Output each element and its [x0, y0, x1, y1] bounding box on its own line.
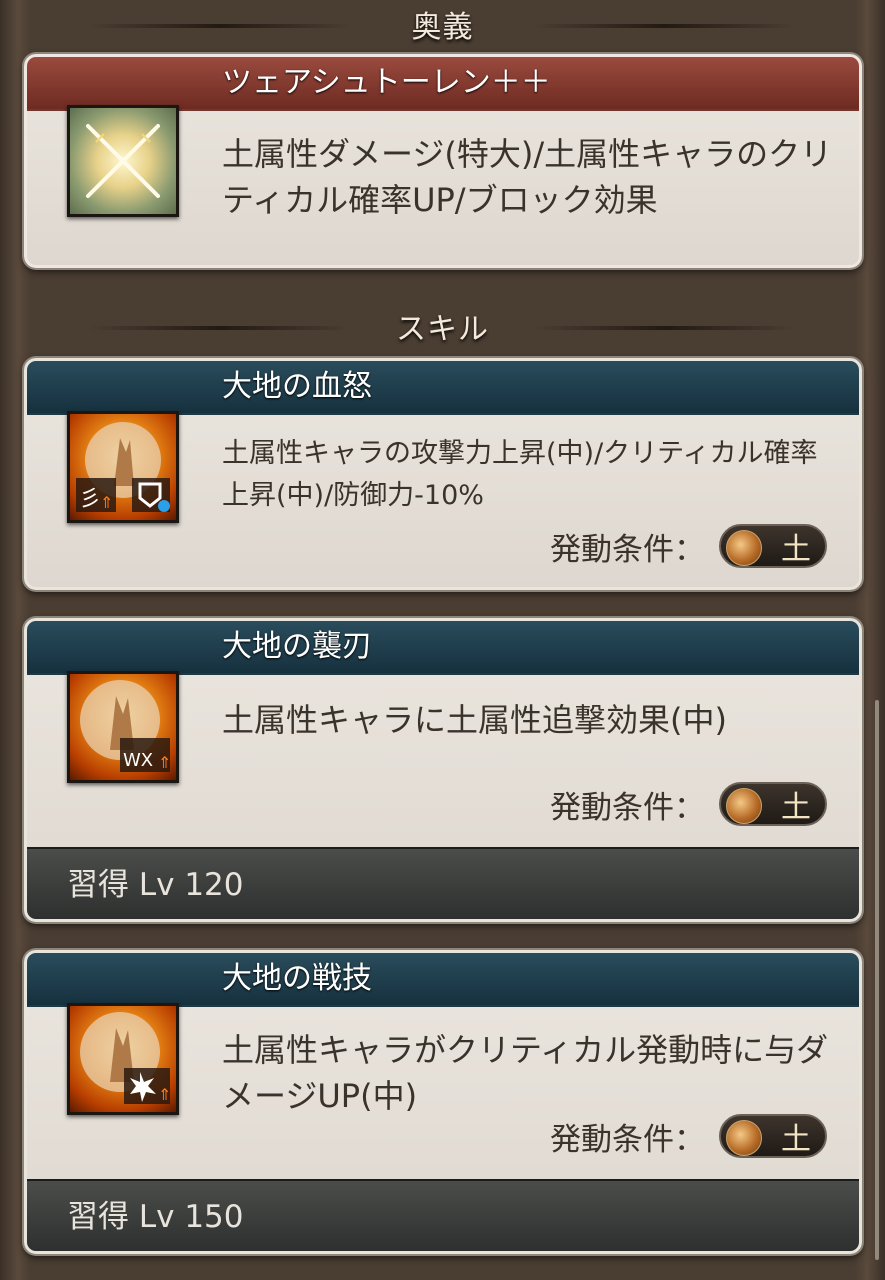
skill-name: 大地の血怒 — [27, 361, 859, 415]
earth-attack-up-icon: 彡 ⇑ — [67, 411, 179, 523]
ougi-name: ツェアシュトーレン＋＋ — [27, 57, 859, 111]
condition-label: 発動条件： — [550, 531, 705, 568]
svg-text:⇑: ⇑ — [158, 753, 171, 772]
skill-card-3[interactable]: 大地の戦技 ⇑ 土属性キャラがクリティカル発動時に与ダメージUP(中) 発動条件… — [24, 950, 862, 1254]
learn-level: 習得 Lv 120 — [27, 847, 859, 919]
activation-condition: 発動条件： 土 — [550, 523, 827, 569]
svg-text:彡: 彡 — [79, 487, 101, 512]
activation-condition: 発動条件： 土 — [550, 1113, 827, 1159]
crossed-swords-icon — [67, 105, 179, 217]
condition-label: 発動条件： — [550, 789, 705, 826]
earth-echo-icon: WX ⇑ — [67, 671, 179, 783]
earth-element-badge: 土 — [719, 782, 827, 826]
earth-critical-icon: ⇑ — [67, 1003, 179, 1115]
scrollbar[interactable] — [875, 700, 879, 1260]
section-header-ougi: 奥義 — [0, 2, 885, 46]
section-header-skill: スキル — [0, 304, 885, 348]
condition-value: 土 — [781, 532, 811, 567]
earth-element-badge: 土 — [719, 1114, 827, 1158]
skill-card-2[interactable]: 大地の襲刃 WX ⇑ 土属性キャラに土属性追撃効果(中) 発動条件： 土 習得 … — [24, 618, 862, 922]
svg-text:WX: WX — [123, 750, 153, 771]
condition-label: 発動条件： — [550, 1121, 705, 1158]
earth-orb-icon — [726, 530, 762, 566]
ougi-card[interactable]: ツェアシュトーレン＋＋ 土属性ダメージ(特大)/土属性キャラのクリティカル確率U… — [24, 54, 862, 268]
learn-level: 習得 Lv 150 — [27, 1179, 859, 1251]
earth-element-badge: 土 — [719, 524, 827, 568]
condition-value: 土 — [781, 790, 811, 825]
skill-description: 土属性キャラがクリティカル発動時に与ダメージUP(中) — [222, 1031, 829, 1115]
condition-value: 土 — [781, 1122, 811, 1157]
skill-card-1[interactable]: 大地の血怒 彡 ⇑ 土属性キャラの攻撃力上昇(中)/クリティカル確率上昇(中)/… — [24, 358, 862, 590]
skill-description: 土属性キャラに土属性追撃効果(中) — [222, 701, 727, 739]
earth-orb-icon — [726, 788, 762, 824]
skill-description: 土属性キャラの攻撃力上昇(中)/クリティカル確率上昇(中)/防御力-10% — [222, 438, 818, 511]
svg-text:⇑: ⇑ — [100, 493, 113, 512]
skill-name: 大地の戦技 — [27, 953, 859, 1007]
activation-condition: 発動条件： 土 — [550, 781, 827, 827]
earth-orb-icon — [726, 1120, 762, 1156]
ougi-description: 土属性ダメージ(特大)/土属性キャラのクリティカル確率UP/ブロック効果 — [222, 135, 833, 219]
skill-name: 大地の襲刃 — [27, 621, 859, 675]
svg-text:⇑: ⇑ — [158, 1085, 171, 1104]
